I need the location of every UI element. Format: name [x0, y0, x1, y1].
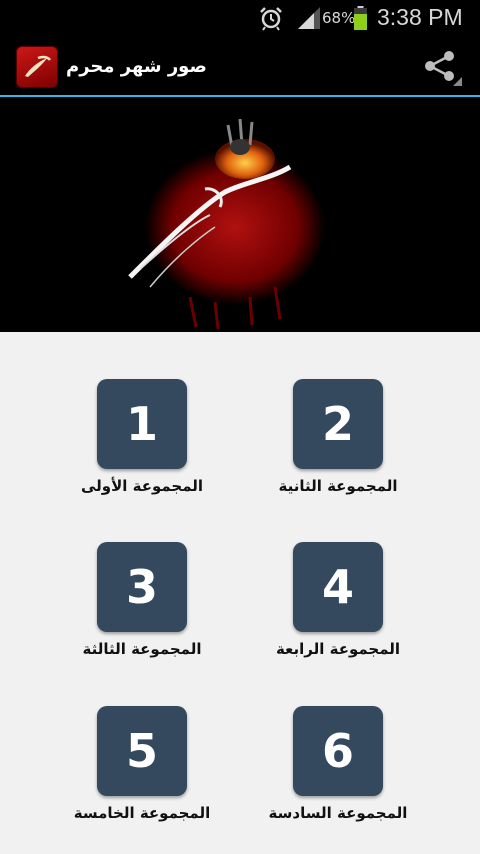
- group-4-label[interactable]: المجموعة الرابعة: [238, 640, 438, 658]
- group-3-label[interactable]: المجموعة الثالثة: [42, 640, 242, 658]
- signal-icon: [298, 7, 320, 29]
- banner-image: [0, 97, 480, 332]
- group-5-number: 5: [125, 724, 158, 778]
- group-1-label[interactable]: المجموعة الأولى: [42, 477, 242, 495]
- group-5-button[interactable]: 5: [97, 706, 187, 796]
- battery-percent: 68%: [322, 9, 356, 27]
- group-4-button[interactable]: 4: [293, 542, 383, 632]
- share-icon: [425, 51, 462, 86]
- group-2-button[interactable]: 2: [293, 379, 383, 469]
- group-6-button[interactable]: 6: [293, 706, 383, 796]
- group-3-number: 3: [125, 560, 158, 614]
- battery-icon: [354, 6, 367, 30]
- alarm-icon: [260, 7, 282, 31]
- group-2-label[interactable]: المجموعة الثانية: [238, 477, 438, 495]
- group-6-label[interactable]: المجموعة السادسة: [238, 804, 438, 822]
- group-1-button[interactable]: 1: [97, 379, 187, 469]
- app-logo[interactable]: [16, 46, 58, 88]
- group-5-label[interactable]: المجموعة الخامسة: [42, 804, 242, 822]
- app-title: صور شهر محرم: [66, 56, 207, 77]
- status-time: 3:38 PM: [377, 4, 463, 30]
- group-4-number: 4: [321, 560, 354, 614]
- banner-artwork: [128, 118, 325, 330]
- group-2-number: 2: [321, 397, 354, 451]
- group-6-number: 6: [321, 724, 354, 778]
- group-3-button[interactable]: 3: [97, 542, 187, 632]
- calligraphy-logo-icon: [25, 55, 52, 77]
- status-bar: 68% 3:38 PM: [0, 0, 480, 36]
- group-1-number: 1: [125, 397, 158, 451]
- share-button[interactable]: [416, 44, 464, 88]
